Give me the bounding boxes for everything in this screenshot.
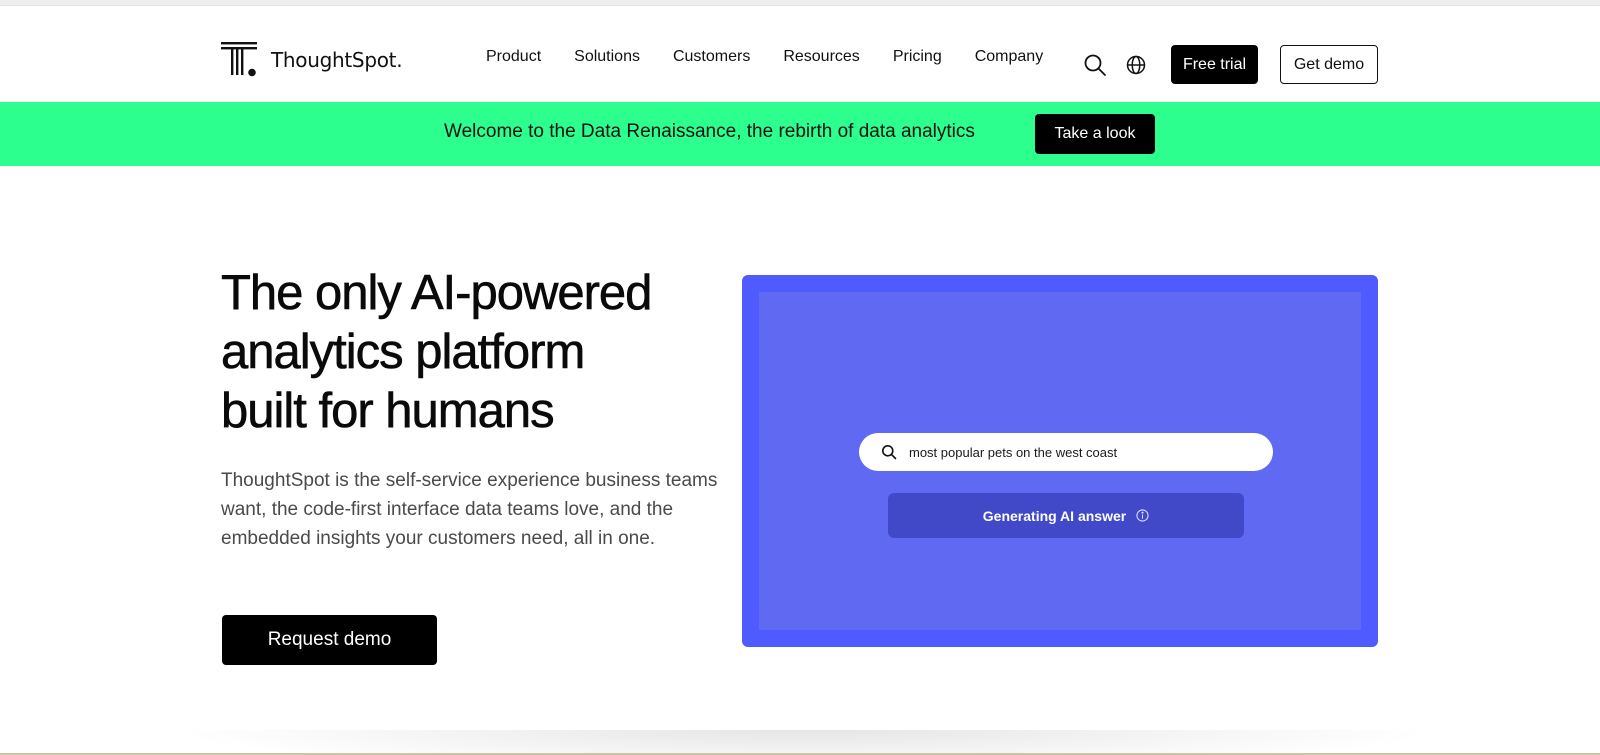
nav-item-resources[interactable]: Resources [783, 48, 859, 66]
thoughtspot-logo[interactable]: ThoughtSpot. [221, 40, 403, 80]
hero-title-line-2: analytics platform [221, 325, 586, 380]
info-icon [1136, 509, 1149, 522]
main-nav: Product Solutions Customers Resources Pr… [486, 48, 1043, 66]
hero-title: The only AI-powered analytics platform b… [221, 264, 741, 441]
ai-demo-panel: most popular pets on the west coast Gene… [742, 275, 1378, 647]
get-demo-button[interactable]: Get demo [1280, 45, 1378, 84]
free-trial-button[interactable]: Free trial [1171, 45, 1258, 84]
search-icon[interactable] [1083, 53, 1107, 77]
nav-item-product[interactable]: Product [486, 48, 541, 66]
hero-title-line-3: built for humans [221, 384, 555, 439]
site-header: ThoughtSpot. Product Solutions Customers… [0, 6, 1600, 102]
search-icon [882, 445, 897, 460]
logo-wordmark: ThoughtSpot. [271, 48, 403, 72]
nav-item-pricing[interactable]: Pricing [893, 48, 942, 66]
nav-item-customers[interactable]: Customers [673, 48, 750, 66]
hero-description: ThoughtSpot is the self-service experien… [221, 470, 718, 549]
generating-status: Generating AI answer [888, 493, 1244, 538]
demo-search-query: most popular pets on the west coast [909, 444, 1118, 460]
globe-icon[interactable] [1125, 54, 1147, 76]
generating-status-text: Generating AI answer [982, 507, 1127, 524]
demo-search-bar: most popular pets on the west coast [859, 433, 1273, 471]
banner-text: Welcome to the Data Renaissance, the reb… [444, 121, 975, 142]
ai-demo-canvas: most popular pets on the west coast Gene… [759, 292, 1361, 630]
nav-item-solutions[interactable]: Solutions [574, 48, 640, 66]
request-demo-button[interactable]: Request demo [222, 615, 437, 665]
take-a-look-button[interactable]: Take a look [1035, 114, 1155, 154]
nav-item-company[interactable]: Company [975, 48, 1043, 66]
next-section-shadow [170, 730, 1440, 755]
hero-title-line-1: The only AI-powered [221, 266, 653, 321]
announcement-banner: Welcome to the Data Renaissance, the reb… [0, 102, 1600, 166]
thoughtspot-logo-icon [221, 42, 257, 77]
